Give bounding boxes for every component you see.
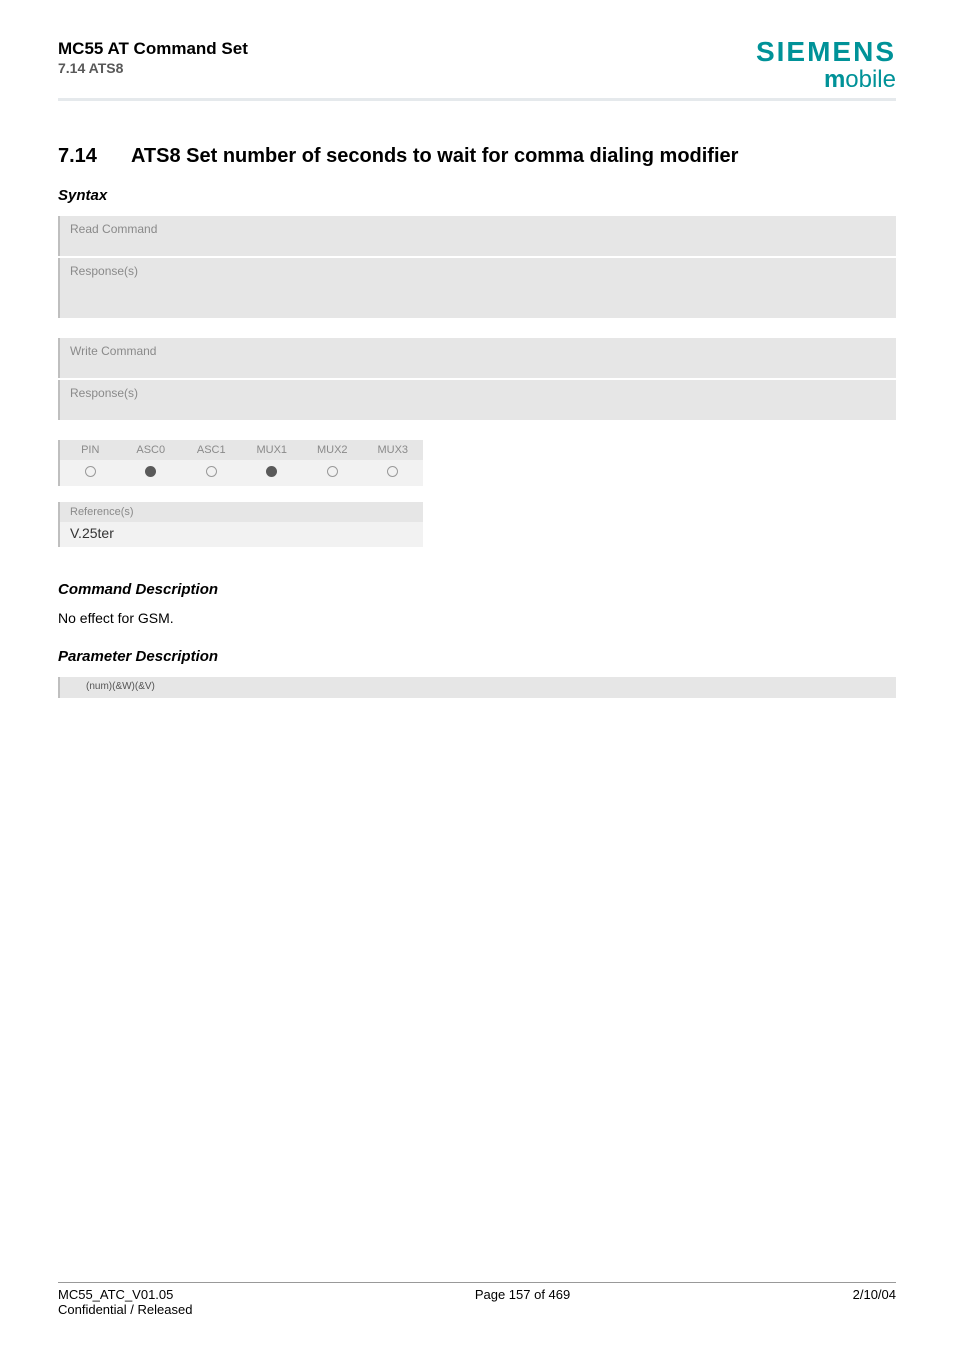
section-title: ATS8 Set number of seconds to wait for c… (131, 145, 739, 167)
read-command-label: Read Command (58, 216, 896, 256)
feat-dot-asc1 (181, 460, 242, 486)
read-response-label-text: Response(s) (70, 264, 138, 278)
brand-sub-m: m (824, 66, 845, 93)
read-command-label-text: Read Command (70, 222, 157, 236)
feat-head-pin: PIN (60, 440, 121, 460)
section-number: 7.14 (58, 145, 97, 168)
parameter-description-label: Parameter Description (58, 648, 896, 665)
circle-icon (145, 466, 156, 477)
circle-icon (85, 466, 96, 477)
reference-value: V.25ter (60, 522, 423, 547)
circle-icon (206, 466, 217, 477)
footer-right: 2/10/04 (853, 1287, 896, 1317)
feature-table: PIN ASC0 ASC1 MUX1 MUX2 MUX3 (58, 440, 423, 486)
header-left: MC55 AT Command Set 7.14 ATS8 (58, 38, 248, 76)
syntax-label: Syntax (58, 187, 896, 204)
feat-head-asc1: ASC1 (181, 440, 242, 460)
command-description-label: Command Description (58, 581, 896, 598)
footer-center: Page 157 of 469 (192, 1287, 852, 1317)
feat-head-asc0: ASC0 (121, 440, 182, 460)
brand-sublogo: mobile (756, 68, 896, 92)
reference-block: Reference(s) V.25ter (58, 502, 423, 547)
feat-head-mux3: MUX3 (363, 440, 424, 460)
write-response-label: Response(s) (58, 380, 896, 420)
header-right: SIEMENS mobile (756, 38, 896, 92)
feat-dot-mux3 (363, 460, 424, 486)
write-command-block: Write Command Response(s) (58, 338, 896, 420)
feat-head-mux2: MUX2 (302, 440, 363, 460)
doc-subtitle: 7.14 ATS8 (58, 60, 248, 76)
read-command-block: Read Command Response(s) (58, 216, 896, 318)
doc-title: MC55 AT Command Set (58, 38, 248, 60)
parameter-box: (num)(&W)(&V) (58, 677, 896, 698)
circle-icon (266, 466, 277, 477)
write-command-label-text: Write Command (70, 344, 156, 358)
write-command-label: Write Command (58, 338, 896, 378)
write-response-label-text: Response(s) (70, 386, 138, 400)
footer-left: MC55_ATC_V01.05 Confidential / Released (58, 1287, 192, 1317)
brand-sub-rest: obile (845, 66, 896, 93)
feat-head-mux1: MUX1 (242, 440, 303, 460)
read-response-label: Response(s) (58, 258, 896, 318)
section-heading: 7.14 ATS8 Set number of seconds to wait f… (58, 141, 896, 169)
footer-left-line2: Confidential / Released (58, 1302, 192, 1317)
reference-label: Reference(s) (60, 502, 423, 522)
circle-icon (387, 466, 398, 477)
command-description-text: No effect for GSM. (58, 610, 896, 626)
footer-left-line1: MC55_ATC_V01.05 (58, 1287, 192, 1302)
feat-dot-mux1 (242, 460, 303, 486)
circle-icon (327, 466, 338, 477)
feat-dot-pin (60, 460, 121, 486)
feat-dot-mux2 (302, 460, 363, 486)
page-header: MC55 AT Command Set 7.14 ATS8 SIEMENS mo… (58, 38, 896, 101)
brand-logo: SIEMENS (756, 38, 896, 66)
page-footer: MC55_ATC_V01.05 Confidential / Released … (58, 1282, 896, 1317)
feat-dot-asc0 (121, 460, 182, 486)
